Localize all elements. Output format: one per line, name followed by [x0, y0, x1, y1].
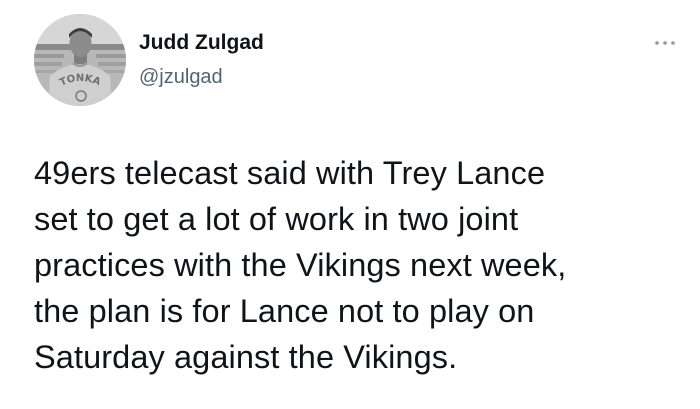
- user-handle[interactable]: @jzulgad: [139, 65, 223, 89]
- avatar[interactable]: TONKA: [34, 14, 126, 106]
- display-name[interactable]: Judd Zulgad: [139, 31, 264, 55]
- tweet-text: 49ers telecast said with Trey Lance set …: [34, 155, 567, 375]
- avatar-photo: TONKA: [34, 14, 126, 106]
- more-options-icon[interactable]: [653, 38, 677, 48]
- tweet-card: TONKA Judd Zulgad @jzulgad 49ers telecas…: [0, 0, 700, 409]
